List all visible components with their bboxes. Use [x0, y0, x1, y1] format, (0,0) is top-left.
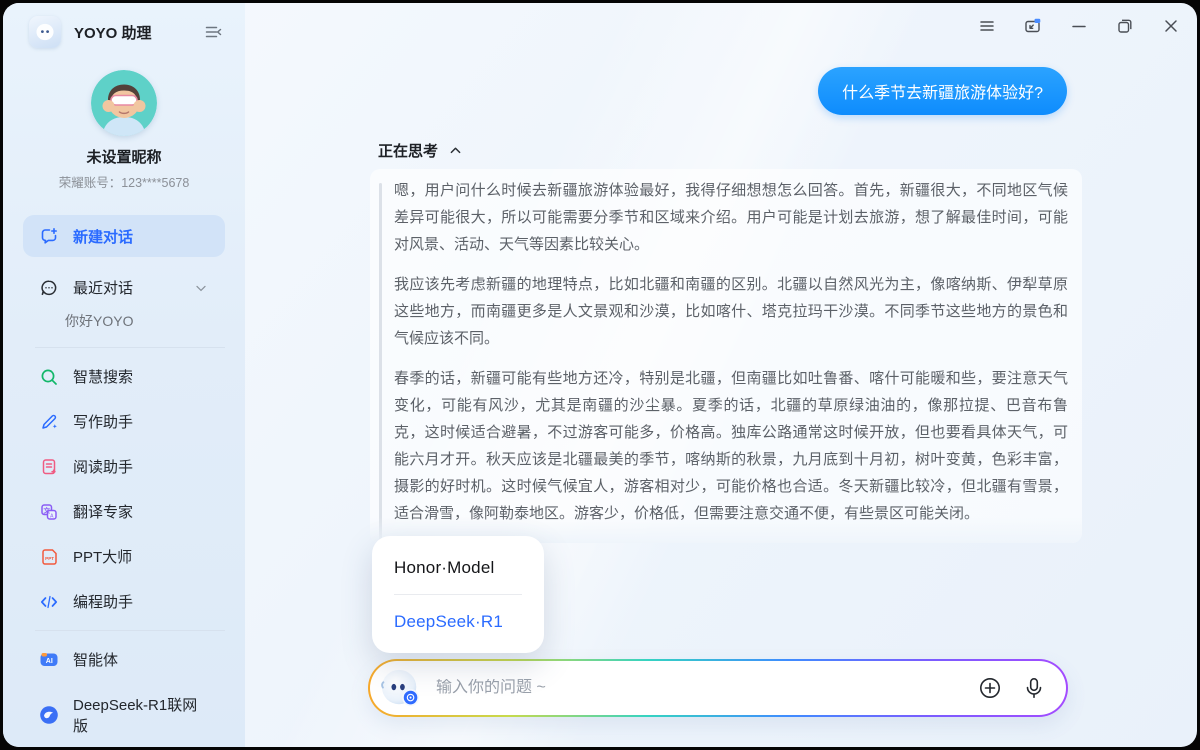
sidebar-item-label: 最近对话	[73, 277, 133, 298]
add-attachment-icon[interactable]	[978, 676, 1002, 700]
search-icon	[39, 367, 59, 387]
sidebar-item-deepseek-r1[interactable]: DeepSeek-R1联网版	[23, 682, 225, 747]
titlebar-controls	[977, 16, 1181, 36]
recent-conversation-item[interactable]: 你好YOYO	[3, 310, 245, 341]
minimize-icon[interactable]	[1069, 16, 1089, 36]
chevron-down-icon	[193, 280, 209, 296]
recent-chats-icon	[39, 278, 59, 298]
sidebar-header: YOYO 助理	[3, 3, 245, 48]
quote-bar	[379, 183, 382, 543]
app-window: YOYO 助理 未设置昵称 荣耀账号：123****5678	[3, 3, 1197, 747]
account-id: 荣耀账号：123****5678	[3, 172, 245, 191]
menu-icon[interactable]	[977, 16, 997, 36]
sidebar-item-label: PPT大师	[73, 546, 132, 567]
float-window-icon[interactable]	[1023, 16, 1043, 36]
chevron-up-icon	[448, 143, 463, 158]
deepseek-icon	[39, 705, 59, 725]
thinking-paragraph: 嗯，用户问什么时候去新疆旅游体验最好，我得仔细想想怎么回答。首先，新疆很大，不同…	[394, 177, 1068, 258]
model-option-deepseek[interactable]: DeepSeek·R1	[394, 608, 522, 636]
sidebar-item-recent-chats[interactable]: 最近对话	[23, 265, 225, 310]
user-message-bubble: 什么季节去新疆旅游体验好?	[818, 67, 1067, 115]
thinking-paragraph: 春季的话，新疆可能有些地方还冷，特别是北疆，但南疆比如吐鲁番、喀什可能暖和些，要…	[394, 365, 1068, 527]
sidebar-item-agents[interactable]: AI 智能体	[23, 637, 225, 682]
sidebar-item-label: 编程助手	[73, 591, 133, 612]
sidebar-item-reading-assistant[interactable]: 阅读助手	[23, 444, 225, 489]
chat-input-bar	[368, 659, 1068, 717]
maximize-icon[interactable]	[1115, 16, 1135, 36]
sidebar-item-label: 翻译专家	[73, 501, 133, 522]
user-nickname: 未设置昵称	[3, 146, 245, 167]
profile-section: 未设置昵称 荣耀账号：123****5678	[3, 70, 245, 191]
sidebar-item-label: 智能体	[73, 649, 118, 670]
sidebar-item-label: 智慧搜索	[73, 366, 133, 387]
sidebar-divider	[35, 630, 225, 631]
sidebar-item-new-chat[interactable]: 新建对话	[23, 215, 225, 257]
thinking-content: 嗯，用户问什么时候去新疆旅游体验最好，我得仔细想想怎么回答。首先，新疆很大，不同…	[394, 177, 1068, 543]
thinking-toggle[interactable]: 正在思考	[378, 140, 463, 161]
yoyo-robot-avatar	[380, 667, 422, 709]
translate-icon: 文 A	[39, 502, 59, 522]
sidebar-item-smart-search[interactable]: 智慧搜索	[23, 354, 225, 399]
sidebar-nav: 新建对话 最近对话 你好YOYO 智慧搜索	[3, 215, 245, 747]
sidebar-item-label: 阅读助手	[73, 456, 133, 477]
message-input[interactable]	[436, 679, 978, 697]
model-option-honor[interactable]: Honor·Model	[394, 554, 522, 582]
thinking-paragraph: 我应该先考虑新疆的地理特点，比如北疆和南疆的区别。北疆以自然风光为主，像喀纳斯、…	[394, 271, 1068, 352]
close-icon[interactable]	[1161, 16, 1181, 36]
sidebar-divider	[35, 347, 225, 348]
thinking-panel: 嗯，用户问什么时候去新疆旅游体验最好，我得仔细想想怎么回答。首先，新疆很大，不同…	[370, 169, 1082, 543]
sidebar-item-writing-assistant[interactable]: 写作助手	[23, 399, 225, 444]
agent-icon: AI	[39, 650, 59, 670]
sidebar-item-translation-expert[interactable]: 文 A 翻译专家	[23, 489, 225, 534]
sidebar-item-label: 新建对话	[73, 226, 133, 247]
microphone-icon[interactable]	[1022, 676, 1046, 700]
svg-text:PPT: PPT	[45, 556, 54, 561]
sidebar: YOYO 助理 未设置昵称 荣耀账号：123****5678	[3, 3, 245, 747]
user-avatar[interactable]	[91, 70, 157, 136]
pen-icon	[39, 412, 59, 432]
yoyo-app-icon	[29, 16, 61, 48]
model-selector-popup: Honor·Model DeepSeek·R1	[372, 536, 544, 653]
new-chat-icon	[39, 226, 59, 246]
app-title: YOYO 助理	[74, 22, 152, 43]
popup-divider	[394, 594, 522, 595]
document-icon	[39, 457, 59, 477]
collapse-sidebar-icon[interactable]	[201, 20, 225, 44]
thinking-label: 正在思考	[378, 140, 438, 161]
ppt-icon: PPT	[39, 547, 59, 567]
code-icon	[39, 592, 59, 612]
sidebar-item-ppt-master[interactable]: PPT PPT大师	[23, 534, 225, 579]
composer-actions	[978, 676, 1046, 700]
sidebar-item-label: DeepSeek-R1联网版	[73, 694, 209, 736]
svg-text:AI: AI	[46, 657, 53, 664]
sidebar-item-coding-assistant[interactable]: 编程助手	[23, 579, 225, 624]
sidebar-item-label: 写作助手	[73, 411, 133, 432]
